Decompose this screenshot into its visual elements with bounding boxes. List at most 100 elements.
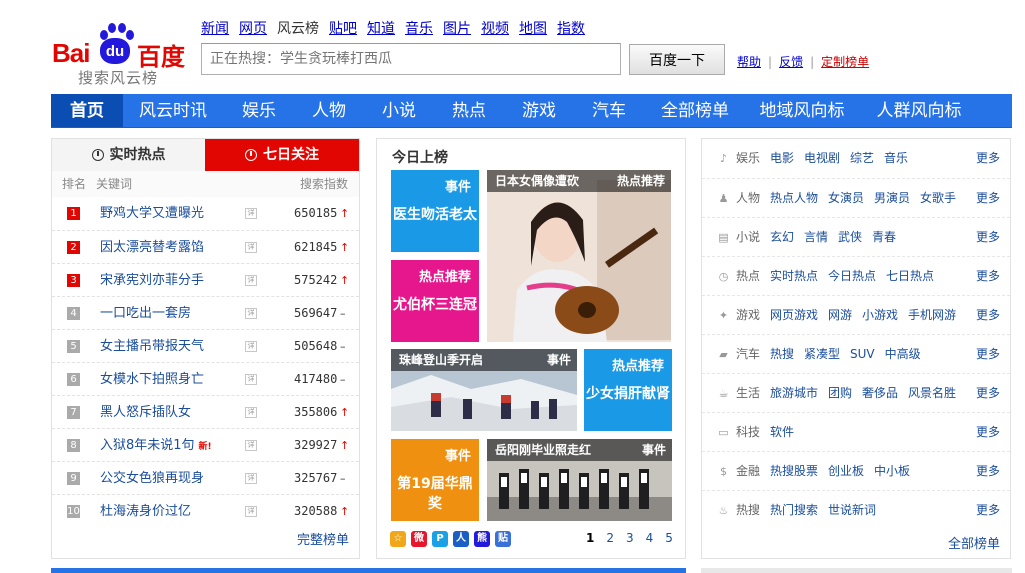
category-more-link[interactable]: 更多 <box>976 139 1000 178</box>
tile-japanese-idol[interactable]: 日本女偶像遭砍 热点推荐 <box>487 170 671 342</box>
hot-keyword[interactable]: 一口吃出一套房 <box>100 297 191 330</box>
hot-keyword-text[interactable]: 女模水下拍照身亡 <box>100 372 204 387</box>
hot-keyword-text[interactable]: 女主播吊带报天气 <box>100 339 204 354</box>
category-link[interactable]: 风景名胜 <box>908 386 956 400</box>
category-link[interactable]: 实时热点 <box>770 269 818 283</box>
category-link[interactable]: 热搜 <box>770 347 794 361</box>
topnav-map[interactable]: 地图 <box>519 18 547 38</box>
category-link[interactable]: 中小板 <box>874 464 910 478</box>
mainnav-news[interactable]: 风云时讯 <box>123 94 223 127</box>
category-name[interactable]: 游戏 <box>736 296 760 335</box>
mainnav-region[interactable]: 地域风向标 <box>747 94 857 127</box>
category-link[interactable]: 青春 <box>872 230 896 244</box>
tile-donation[interactable]: 热点推荐 少女捐肝献肾 <box>584 349 672 431</box>
category-link[interactable]: 七日热点 <box>886 269 934 283</box>
hot-keyword[interactable]: 公交女色狼再现身 <box>100 462 204 495</box>
topnav-web[interactable]: 网页 <box>239 18 267 38</box>
category-link[interactable]: 今日热点 <box>828 269 876 283</box>
qzone-icon[interactable]: ☆ <box>390 531 406 547</box>
category-link[interactable]: 女演员 <box>828 191 864 205</box>
category-link[interactable]: 团购 <box>828 386 852 400</box>
detail-icon[interactable]: 详 <box>245 308 257 319</box>
category-name[interactable]: 小说 <box>736 218 760 257</box>
category-link[interactable]: 世说新词 <box>828 503 876 517</box>
tile-graduation[interactable]: 岳阳刚毕业照走红 事件 <box>487 439 672 521</box>
topnav-news[interactable]: 新闻 <box>201 18 229 38</box>
category-link[interactable]: 紧凑型 <box>804 347 840 361</box>
hot-keyword[interactable]: 野鸡大学又遭曝光 <box>100 197 204 230</box>
category-link[interactable]: 小游戏 <box>862 308 898 322</box>
hot-row[interactable]: 4 一口吃出一套房 详 569647– <box>52 296 359 329</box>
tile-everest[interactable]: 珠峰登山季开启 事件 <box>391 349 577 431</box>
detail-icon[interactable]: 详 <box>245 440 257 451</box>
detail-icon[interactable]: 详 <box>245 208 257 219</box>
category-link[interactable]: 热搜股票 <box>770 464 818 478</box>
category-link[interactable]: 音乐 <box>884 151 908 165</box>
category-name[interactable]: 人物 <box>736 179 760 218</box>
category-link[interactable]: 网页游戏 <box>770 308 818 322</box>
all-lists-link[interactable]: 全部榜单 <box>948 533 1000 552</box>
hot-keyword-text[interactable]: 入狱8年未说1句 <box>100 438 195 453</box>
custom-list-link[interactable]: 定制榜单 <box>821 55 869 69</box>
qq-weibo-icon[interactable]: P <box>432 531 448 547</box>
category-link[interactable]: 创业板 <box>828 464 864 478</box>
mainnav-entertainment[interactable]: 娱乐 <box>223 94 295 127</box>
hot-row[interactable]: 10 杜海涛身价过亿 详 320588 ↑ <box>52 494 359 527</box>
page-5[interactable]: 5 <box>665 531 673 545</box>
category-link[interactable]: 手机网游 <box>908 308 956 322</box>
category-more-link[interactable]: 更多 <box>976 335 1000 374</box>
category-link[interactable]: 奢侈品 <box>862 386 898 400</box>
category-link[interactable]: SUV <box>850 347 875 361</box>
tile-uber-cup[interactable]: 热点推荐 尤伯杯三连冠 <box>391 260 479 342</box>
category-name[interactable]: 热搜 <box>736 491 760 530</box>
hot-keyword-text[interactable]: 公交女色狼再现身 <box>100 471 204 486</box>
hot-row[interactable]: 1 野鸡大学又遭曝光 详 650185 ↑ <box>52 197 359 230</box>
category-more-link[interactable]: 更多 <box>976 374 1000 413</box>
hot-keyword[interactable]: 女主播吊带报天气 <box>100 330 204 363</box>
mainnav-cars[interactable]: 汽车 <box>575 94 643 127</box>
tieba-icon[interactable]: 贴 <box>495 531 511 547</box>
search-input[interactable] <box>201 43 621 75</box>
page-1[interactable]: 1 <box>586 531 594 545</box>
hot-row[interactable]: 3 宋承宪刘亦菲分手 详 575242 ↑ <box>52 263 359 296</box>
category-name[interactable]: 汽车 <box>736 335 760 374</box>
hot-keyword[interactable]: 杜海涛身价过亿 <box>100 495 191 528</box>
mainnav-hot[interactable]: 热点 <box>435 94 503 127</box>
full-list-link[interactable]: 完整榜单 <box>297 529 349 548</box>
hot-row[interactable]: 6 女模水下拍照身亡 详 417480– <box>52 362 359 395</box>
hot-keyword-text[interactable]: 宋承宪刘亦菲分手 <box>100 273 204 288</box>
detail-icon[interactable]: 详 <box>245 374 257 385</box>
feedback-link[interactable]: 反馈 <box>779 55 803 69</box>
detail-icon[interactable]: 详 <box>245 506 257 517</box>
category-link[interactable]: 电视剧 <box>804 151 840 165</box>
hot-keyword-text[interactable]: 黑人怒斥插队女 <box>100 405 191 420</box>
topnav-tieba[interactable]: 贴吧 <box>329 18 357 38</box>
category-name[interactable]: 金融 <box>736 452 760 491</box>
category-name[interactable]: 科技 <box>736 413 760 452</box>
mainnav-games[interactable]: 游戏 <box>503 94 575 127</box>
category-link[interactable]: 言情 <box>804 230 828 244</box>
detail-icon[interactable]: 详 <box>245 275 257 286</box>
hot-row[interactable]: 9 公交女色狼再现身 详 325767– <box>52 461 359 494</box>
hot-row[interactable]: 7 黑人怒斥插队女 详 355806 ↑ <box>52 395 359 428</box>
tile-doctor[interactable]: 事件 医生吻活老太 <box>391 170 479 252</box>
mainnav-novel[interactable]: 小说 <box>363 94 435 127</box>
hot-keyword[interactable]: 女模水下拍照身亡 <box>100 363 204 396</box>
hot-keyword[interactable]: 入狱8年未说1句 新! <box>100 429 212 464</box>
hot-keyword[interactable]: 宋承宪刘亦菲分手 <box>100 264 204 297</box>
weibo-icon[interactable]: 微 <box>411 531 427 547</box>
category-link[interactable]: 电影 <box>770 151 794 165</box>
category-more-link[interactable]: 更多 <box>976 257 1000 296</box>
hot-keyword-text[interactable]: 因太漂亮替考露馅 <box>100 240 204 255</box>
category-more-link[interactable]: 更多 <box>976 452 1000 491</box>
tile-huading[interactable]: 事件 第19届华鼎奖 <box>391 439 479 521</box>
hot-row[interactable]: 2 因太漂亮替考露馅 详 621845 ↑ <box>52 230 359 263</box>
mainnav-home[interactable]: 首页 <box>51 94 123 127</box>
search-button[interactable]: 百度一下 <box>629 44 725 75</box>
tab-realtime[interactable]: 实时热点 <box>52 139 205 171</box>
category-link[interactable]: 综艺 <box>850 151 874 165</box>
category-link[interactable]: 热门搜索 <box>770 503 818 517</box>
category-more-link[interactable]: 更多 <box>976 491 1000 530</box>
category-more-link[interactable]: 更多 <box>976 218 1000 257</box>
topnav-fengyunbang[interactable]: 风云榜 <box>277 18 319 38</box>
